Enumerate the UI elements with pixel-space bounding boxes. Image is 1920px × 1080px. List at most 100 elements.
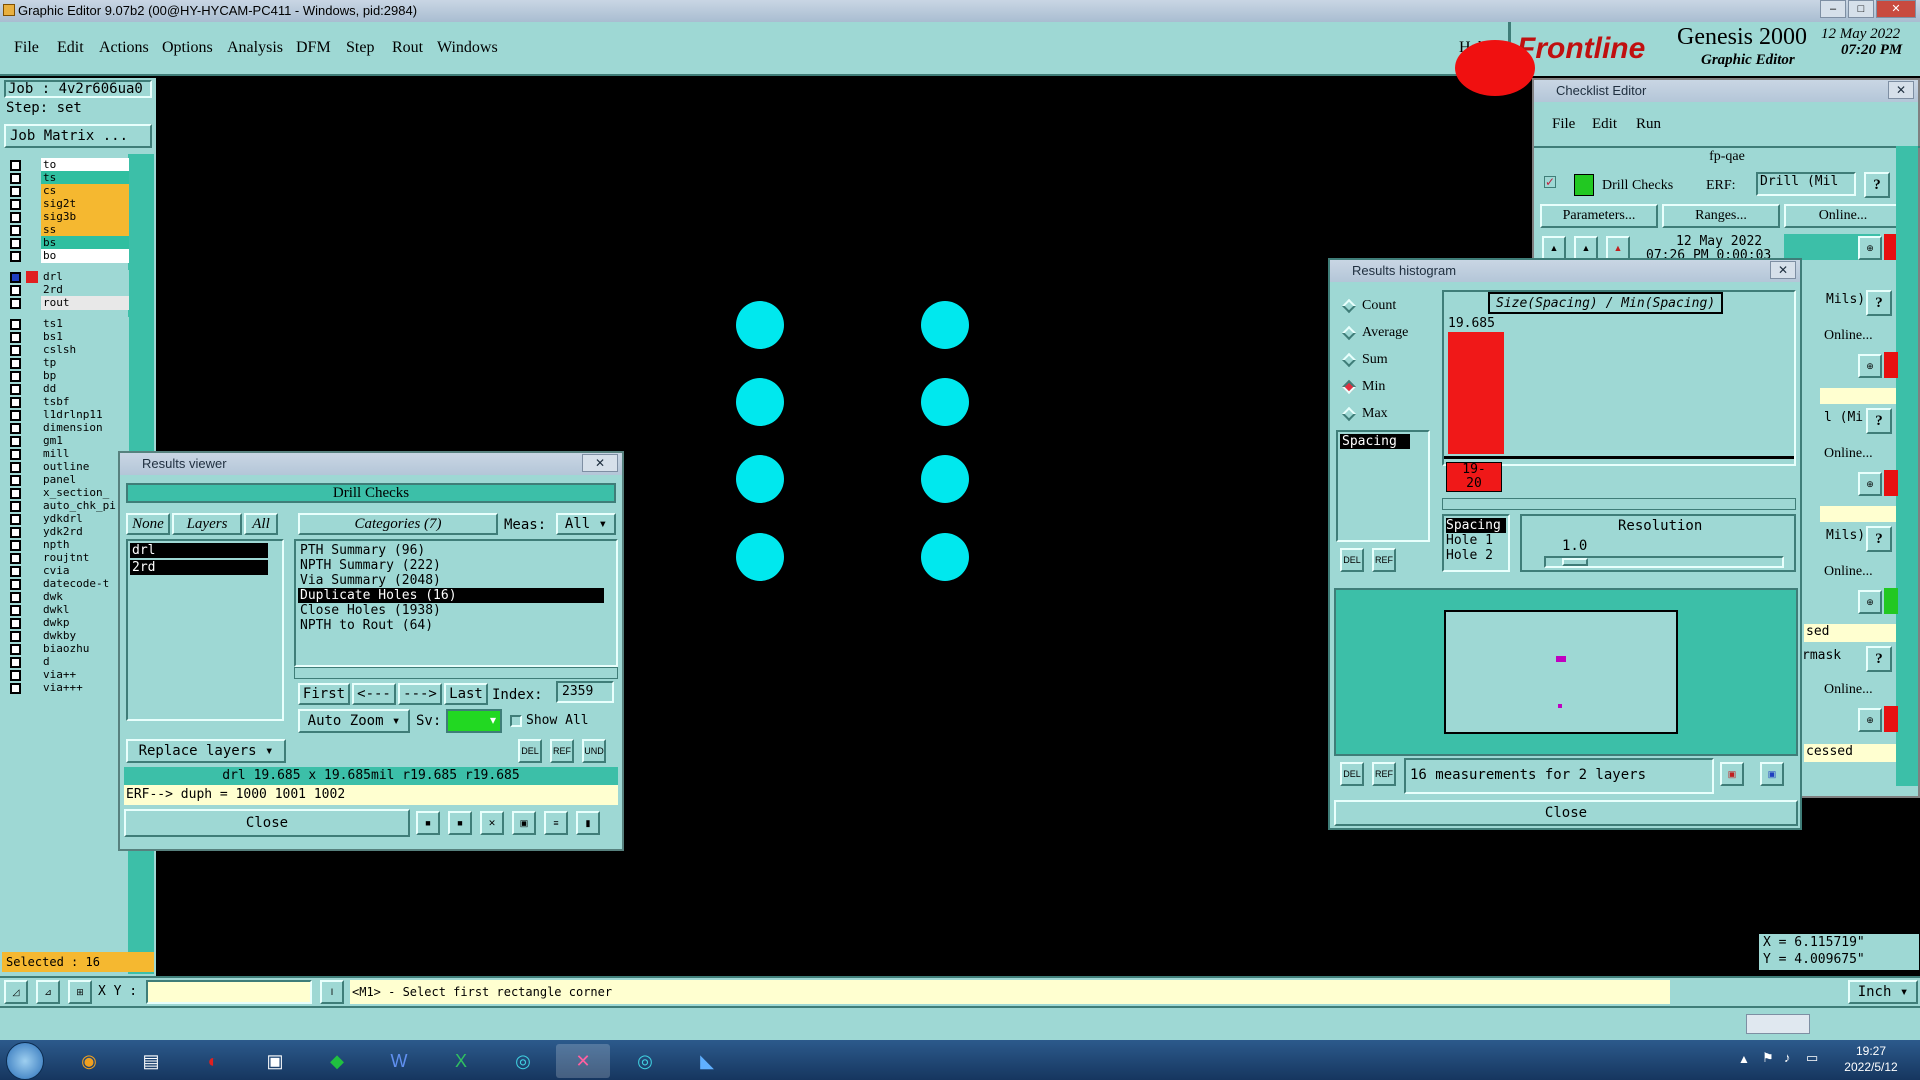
tray-volume-icon[interactable]: ♪ (1784, 1050, 1791, 1065)
severity-color-dropdown[interactable]: ▾ (446, 709, 502, 733)
layer-name[interactable]: to (41, 158, 129, 172)
results-viewer-close-x[interactable]: ✕ (582, 454, 618, 472)
layer-name[interactable]: outline (41, 460, 129, 474)
layer-name[interactable]: dd (41, 382, 129, 396)
cross-icon[interactable]: ✕ (480, 811, 504, 835)
layer-name[interactable]: auto_chk_pi (41, 499, 129, 513)
help-question-icon[interactable]: ? (1866, 290, 1892, 316)
category-item[interactable]: NPTH Summary (222) (298, 558, 604, 573)
layer-name[interactable]: dwkby (41, 629, 129, 643)
layer-row-datecodet[interactable]: datecode-t (6, 577, 129, 591)
refresh-icon[interactable]: REF (1372, 548, 1396, 572)
layer-row-d[interactable]: d (6, 655, 129, 669)
taskbar-genesis-icon[interactable]: ✕ (556, 1044, 610, 1078)
refresh-icon[interactable]: REF (550, 739, 574, 763)
layer-row-dwk[interactable]: dwk (6, 590, 129, 604)
option-sum[interactable]: Sum (1341, 352, 1388, 368)
help-question-icon[interactable]: ? (1866, 526, 1892, 552)
layer-name[interactable]: 2rd (41, 283, 129, 297)
delete-icon[interactable]: DEL (1340, 548, 1364, 572)
layer-row-2rd[interactable]: 2rd (6, 283, 129, 297)
layer-row-mill[interactable]: mill (6, 447, 129, 461)
checklist-menu-run[interactable]: Run (1636, 116, 1661, 133)
layer-checkbox[interactable] (10, 272, 21, 283)
layer-name[interactable]: via++ (41, 668, 129, 682)
tray-widget[interactable] (1746, 1014, 1810, 1034)
parameters-button[interactable]: Parameters... (1540, 204, 1658, 228)
layer-row-tsbf[interactable]: tsbf (6, 395, 129, 409)
units-dropdown[interactable]: Inch ▾ (1848, 980, 1918, 1004)
layer-row-xsection[interactable]: x_section_ (6, 486, 129, 500)
checklist-close-x[interactable]: ✕ (1888, 81, 1914, 99)
layer-row-via[interactable]: via++ (6, 668, 129, 682)
layer-name[interactable]: dimension (41, 421, 129, 435)
drill-hole[interactable] (921, 533, 969, 581)
layer-row-sig3b[interactable]: sig3b (6, 210, 129, 224)
select-icon[interactable]: ▣ (1760, 762, 1784, 786)
layer-name[interactable]: bp (41, 369, 129, 383)
zoom-icon[interactable]: ⊕ (1858, 236, 1882, 260)
text-cursor-icon[interactable]: I (320, 980, 344, 1004)
layer-checkbox[interactable] (10, 618, 21, 629)
layer-checkbox[interactable] (10, 566, 21, 577)
layer-checkbox[interactable] (10, 251, 21, 262)
layer-name[interactable]: bs (41, 236, 129, 250)
menu-options[interactable]: Options (162, 39, 213, 57)
xy-input[interactable] (146, 980, 312, 1004)
drill-checks-label[interactable]: Drill Checks (1602, 178, 1673, 194)
layer-name[interactable]: mill (41, 447, 129, 461)
layer-checkbox[interactable] (10, 212, 21, 223)
all-button[interactable]: All (244, 513, 278, 535)
taskbar-eye-icon[interactable]: ◎ (618, 1044, 672, 1078)
layer-checkbox[interactable] (10, 657, 21, 668)
layer-row-gm1[interactable]: gm1 (6, 434, 129, 448)
layer-row-bs[interactable]: bs (6, 236, 129, 250)
drill-hole[interactable] (921, 455, 969, 503)
category-hscroll[interactable] (294, 667, 618, 679)
layer-checkbox[interactable] (10, 514, 21, 525)
run-icon[interactable]: ▲ (1542, 236, 1566, 260)
layer-row-autochkpi[interactable]: auto_chk_pi (6, 499, 129, 513)
layer-row-cslsh[interactable]: cslsh (6, 343, 129, 357)
layer-row-roujtnt[interactable]: roujtnt (6, 551, 129, 565)
zoom-icon[interactable]: ⊕ (1858, 354, 1882, 378)
layer-row-ts1[interactable]: ts1 (6, 317, 129, 331)
layer-name[interactable]: biaozhu (41, 642, 129, 656)
layer-name[interactable]: d (41, 655, 129, 669)
layer-row-to[interactable]: to (6, 158, 129, 172)
ranges-button[interactable]: Ranges... (1662, 204, 1780, 228)
taskbar-word-icon[interactable]: W (372, 1044, 426, 1078)
layer-checkbox[interactable] (10, 199, 21, 210)
option-count[interactable]: Count (1341, 298, 1396, 314)
option-min[interactable]: Min (1341, 379, 1385, 395)
show-all-checkbox[interactable] (510, 715, 522, 727)
tray-flag-icon[interactable]: ⚑ (1762, 1050, 1774, 1066)
zoom-icon[interactable]: ⊕ (1858, 472, 1882, 496)
delete-icon[interactable]: DEL (1340, 762, 1364, 786)
layer-name[interactable]: panel (41, 473, 129, 487)
layer-name[interactable]: l1drlnp11 (41, 408, 129, 422)
layer-row-ss[interactable]: ss (6, 223, 129, 237)
chart-hscroll[interactable] (1442, 498, 1796, 510)
option-average[interactable]: Average (1341, 325, 1408, 341)
layer-row-npth[interactable]: npth (6, 538, 129, 552)
layer-row-biaozhu[interactable]: biaozhu (6, 642, 129, 656)
layer-row-dwkp[interactable]: dwkp (6, 616, 129, 630)
taskbar-save-icon[interactable]: ▣ (248, 1044, 302, 1078)
layer-name[interactable]: dwk (41, 590, 129, 604)
layer-name[interactable]: sig3b (41, 210, 129, 224)
layer-checkbox[interactable] (10, 644, 21, 655)
taskbar-excel-icon[interactable]: X (434, 1044, 488, 1078)
layer-name[interactable]: datecode-t (41, 577, 129, 591)
layer-checkbox[interactable] (10, 423, 21, 434)
layer-name[interactable]: roujtnt (41, 551, 129, 565)
check-enabled-checkbox[interactable]: ✓ (1544, 176, 1556, 188)
layer-row-ts[interactable]: ts (6, 171, 129, 185)
res-item[interactable]: Hole 2 (1446, 548, 1506, 563)
layer-name[interactable]: via+++ (41, 681, 129, 695)
layer-checkbox[interactable] (10, 592, 21, 603)
tray-clock[interactable]: 19:27 2022/5/12 (1836, 1043, 1906, 1075)
layer-name[interactable]: rout (41, 296, 129, 310)
menu-actions[interactable]: Actions (99, 39, 149, 57)
layer-row-cvia[interactable]: cvia (6, 564, 129, 578)
